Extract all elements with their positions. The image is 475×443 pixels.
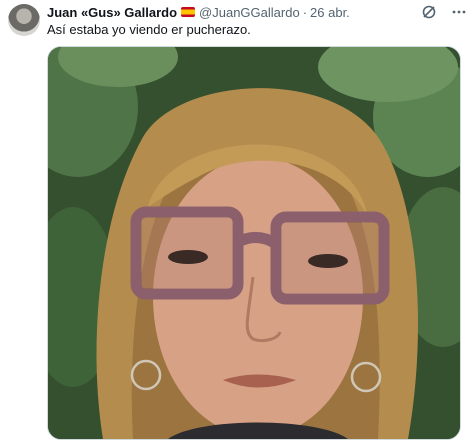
- more-icon[interactable]: [451, 4, 467, 20]
- separator: ·: [302, 4, 308, 20]
- author-handle[interactable]: @JuanGGallardo: [199, 5, 300, 20]
- spain-flag-icon: [181, 7, 196, 17]
- tweet-header: Juan «Gus» Gallardo @JuanGGallardo · 26 …: [47, 3, 467, 21]
- video-frame: [48, 47, 460, 439]
- author-name[interactable]: Juan «Gus» Gallardo: [47, 5, 177, 20]
- tweet-media-video[interactable]: [47, 46, 461, 440]
- grok-icon[interactable]: [421, 4, 437, 20]
- tweet-text: Así estaba yo viendo er pucherazo.: [47, 22, 251, 37]
- avatar[interactable]: [8, 4, 40, 36]
- tweet[interactable]: Juan «Gus» Gallardo @JuanGGallardo · 26 …: [0, 0, 475, 443]
- tweet-date[interactable]: 26 abr.: [310, 5, 350, 20]
